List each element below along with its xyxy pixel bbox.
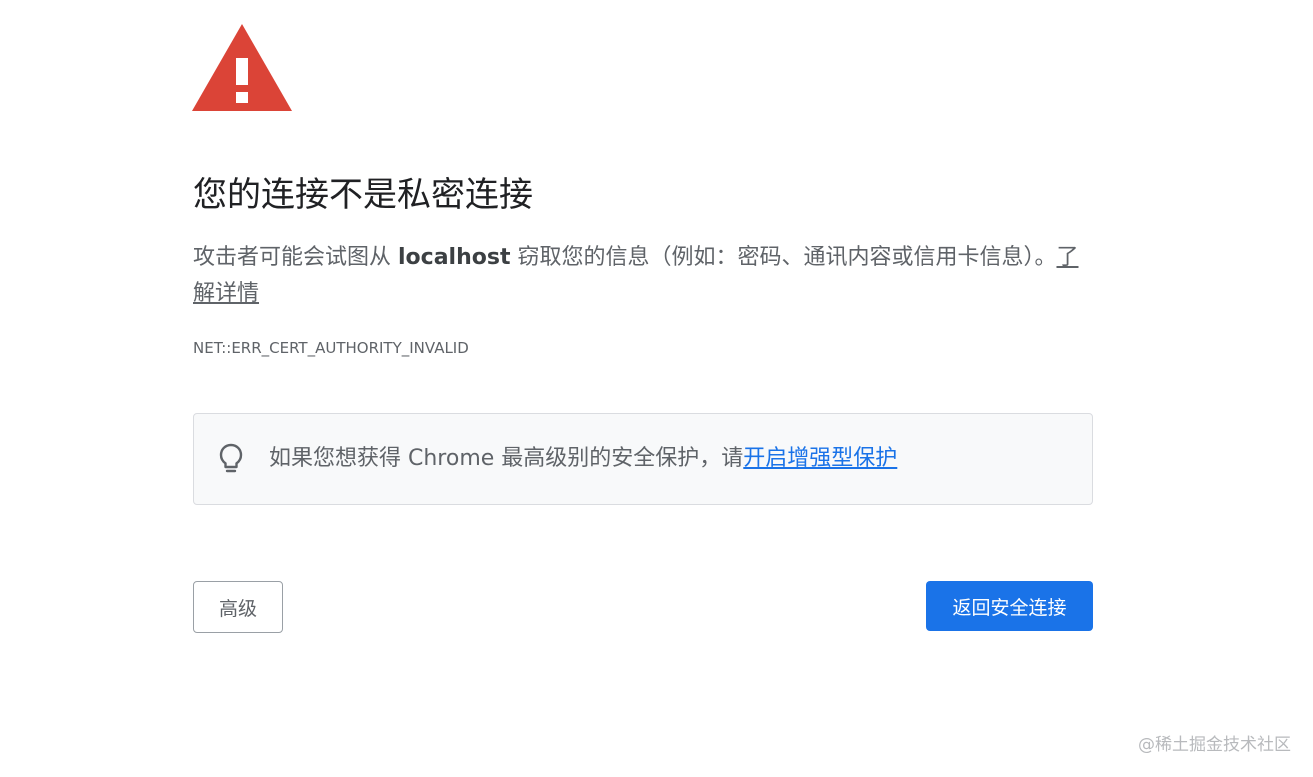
enhanced-protection-text: 如果您想获得 Chrome 最高级别的安全保护，请开启增强型保护 [269,442,897,476]
page-title: 您的连接不是私密连接 [193,175,533,215]
description-suffix: 窃取您的信息（例如：密码、通讯内容或信用卡信息）。 [510,245,1057,270]
interstitial-page: 您的连接不是私密连接 攻击者可能会试图从 localhost 窃取您的信息（例如… [0,0,1313,777]
warning-triangle-icon [192,24,292,111]
description-prefix: 攻击者可能会试图从 [193,245,398,270]
advanced-button[interactable]: 高级 [193,581,283,633]
enhanced-protection-promo: 如果您想获得 Chrome 最高级别的安全保护，请开启增强型保护 [193,413,1093,505]
description-host: localhost [398,245,511,270]
error-code: NET::ERR_CERT_AUTHORITY_INVALID [193,339,469,357]
error-description: 攻击者可能会试图从 localhost 窃取您的信息（例如：密码、通讯内容或信用… [193,240,1093,312]
watermark: @稀土掘金技术社区 [1138,735,1291,755]
lightbulb-icon [219,443,243,473]
enhanced-protection-link[interactable]: 开启增强型保护 [743,446,897,471]
tip-message: 如果您想获得 Chrome 最高级别的安全保护，请 [269,446,744,471]
back-to-safety-button[interactable]: 返回安全连接 [926,581,1093,631]
